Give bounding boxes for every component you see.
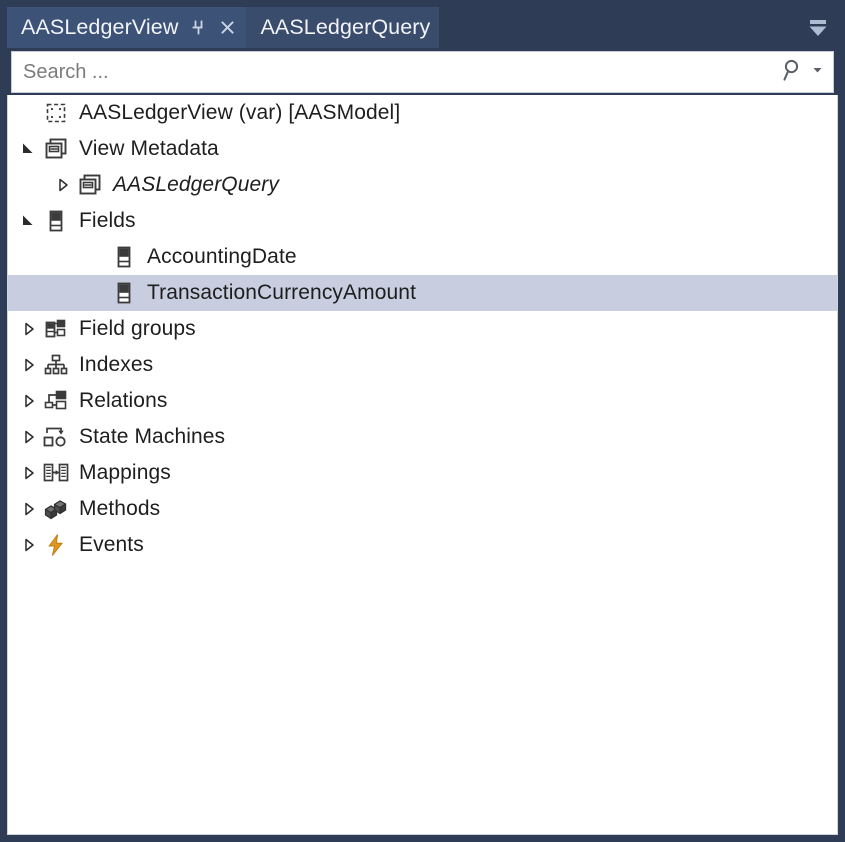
tree-node-label: Mappings — [79, 461, 171, 484]
tree-node-methods[interactable]: Methods — [8, 491, 837, 527]
tree-node-label: AASLedgerQuery — [113, 173, 279, 196]
field-icon — [42, 203, 70, 239]
tree-node-label: AASLedgerView (var) [AASModel] — [79, 101, 401, 124]
dashed-square-icon — [42, 95, 70, 131]
tab-aasledgerquery[interactable]: AASLedgerQuery — [246, 7, 440, 48]
collapse-triangle-icon[interactable] — [16, 311, 42, 347]
close-icon[interactable] — [218, 18, 237, 37]
tree-node-label: Fields — [79, 209, 136, 232]
pin-icon[interactable] — [190, 18, 209, 37]
collapse-triangle-icon[interactable] — [16, 491, 42, 527]
collapse-triangle-icon[interactable] — [16, 455, 42, 491]
tree-node-aasledgerquery[interactable]: AASLedgerQuery — [8, 167, 837, 203]
tree-node-fields[interactable]: Fields — [8, 203, 837, 239]
tree-node-transactioncurrencyamount[interactable]: TransactionCurrencyAmount — [8, 275, 837, 311]
tree-node-view-metadata[interactable]: View Metadata — [8, 131, 837, 167]
view-window-icon — [76, 167, 104, 203]
tree-node-label: TransactionCurrencyAmount — [147, 281, 416, 304]
methods-icon — [42, 491, 70, 527]
tree-node-state-machines[interactable]: State Machines — [8, 419, 837, 455]
chevron-down-icon[interactable] — [811, 63, 824, 81]
tree-node-label: View Metadata — [79, 137, 219, 160]
search-input[interactable] — [23, 56, 723, 88]
tree-node-aasledgerview-var-aasmodel[interactable]: AASLedgerView (var) [AASModel] — [8, 95, 837, 131]
collapse-triangle-icon[interactable] — [16, 419, 42, 455]
view-window-icon — [42, 131, 70, 167]
search-bar — [7, 48, 838, 95]
tree-node-field-groups[interactable]: Field groups — [8, 311, 837, 347]
tab-strip: AASLedgerView AASLedgerQuery — [7, 7, 838, 48]
relations-icon — [42, 383, 70, 419]
tab-label: AASLedgerView — [21, 15, 179, 39]
tree-node-label: Relations — [79, 389, 168, 412]
tree-node-label: Field groups — [79, 317, 196, 340]
tree-node-label: State Machines — [79, 425, 226, 448]
expand-triangle-icon[interactable] — [16, 131, 42, 167]
collapse-triangle-icon[interactable] — [16, 347, 42, 383]
search-icon[interactable] — [778, 57, 804, 88]
state-machines-icon — [42, 419, 70, 455]
expand-triangle-icon[interactable] — [16, 203, 42, 239]
tree-node-label: AccountingDate — [147, 245, 297, 268]
collapse-triangle-icon[interactable] — [50, 167, 76, 203]
tool-window: AASLedgerView AASLedgerQuery Search ... … — [0, 0, 845, 842]
tree-node-events[interactable]: Events — [8, 527, 837, 563]
collapse-triangle-icon[interactable] — [16, 383, 42, 419]
tree-node-accountingdate[interactable]: AccountingDate — [8, 239, 837, 275]
field-icon — [110, 275, 138, 311]
search-box[interactable] — [11, 51, 834, 93]
tree-node-relations[interactable]: Relations — [8, 383, 837, 419]
tree-node-indexes[interactable]: Indexes — [8, 347, 837, 383]
indexes-icon — [42, 347, 70, 383]
tree-node-label: Methods — [79, 497, 161, 520]
mappings-icon — [42, 455, 70, 491]
events-icon — [42, 527, 70, 563]
field-groups-icon — [42, 311, 70, 347]
tab-strip-empty-area — [439, 7, 838, 48]
tab-label: AASLedgerQuery — [260, 15, 431, 39]
search-box-icons — [778, 52, 824, 92]
tree-node-label: Indexes — [79, 353, 154, 376]
model-tree[interactable]: AASLedgerView (var) [AASModel] View Metad… — [7, 95, 838, 835]
collapse-triangle-icon[interactable] — [16, 527, 42, 563]
tab-buttons — [190, 18, 237, 37]
tree-node-label: Events — [79, 533, 144, 556]
field-icon — [110, 239, 138, 275]
tree-node-mappings[interactable]: Mappings — [8, 455, 837, 491]
window-list-dropdown-icon[interactable] — [804, 16, 832, 42]
tab-aasledgerview[interactable]: AASLedgerView — [7, 7, 247, 48]
